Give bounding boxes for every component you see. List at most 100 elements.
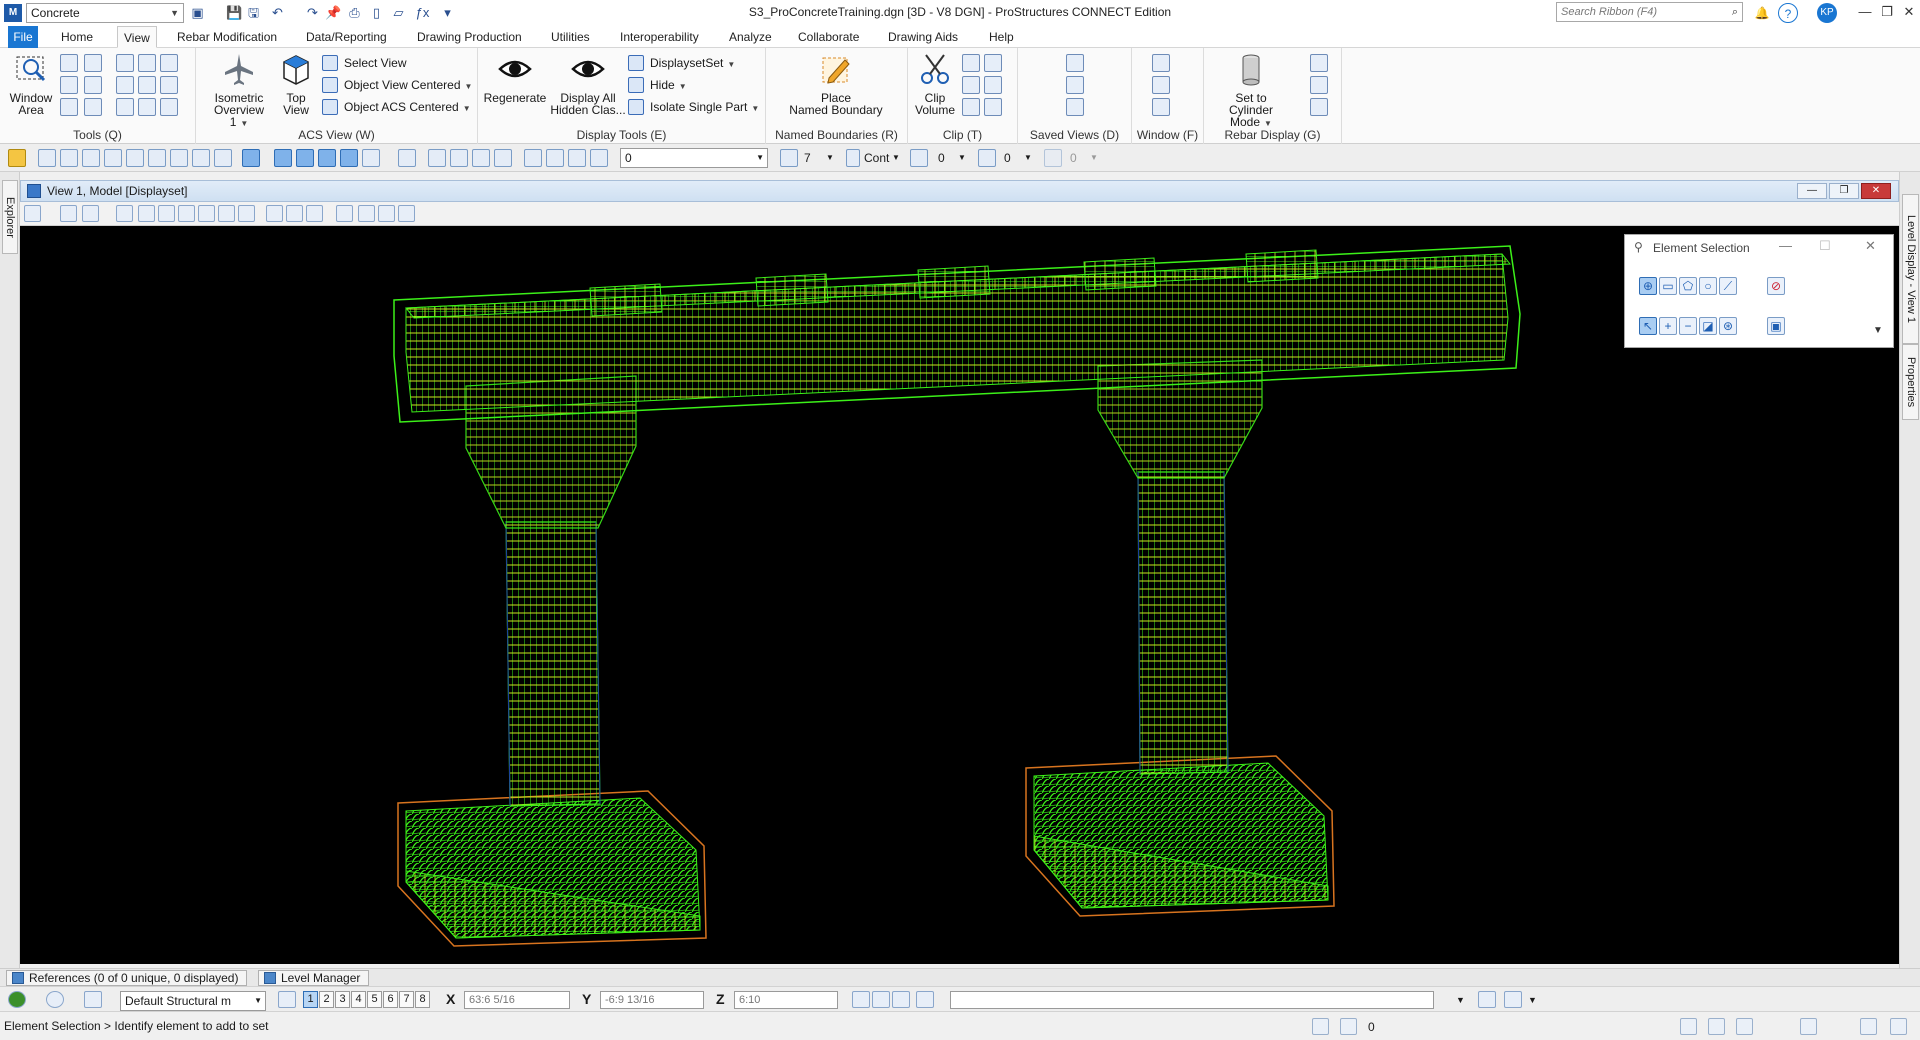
explorer-tab[interactable]: Explorer — [2, 180, 18, 254]
line-selection-icon[interactable]: ⟋ — [1719, 277, 1737, 295]
tab-view[interactable]: View — [117, 26, 157, 48]
view-toggle-1[interactable]: 1 — [303, 991, 318, 1008]
accudraw-icon[interactable] — [242, 149, 260, 167]
model-status-icon[interactable] — [1800, 1018, 1817, 1035]
open-file-icon[interactable] — [84, 991, 102, 1008]
tab-help[interactable]: Help — [983, 26, 1020, 48]
chevron-down-icon[interactable]: ▼ — [1456, 991, 1465, 1009]
rebar-shape-icon[interactable] — [1310, 76, 1328, 94]
pin-icon[interactable]: 📌 — [325, 5, 341, 20]
snap-settings-icon[interactable] — [362, 149, 380, 167]
view-cube-icon[interactable] — [138, 54, 156, 72]
rotate-view-view-icon[interactable] — [218, 205, 235, 222]
pan-icon[interactable] — [84, 54, 102, 72]
zoom-out-view-icon[interactable] — [158, 205, 175, 222]
tab-rebar-modification[interactable]: Rebar Modification — [171, 26, 283, 48]
chevron-down-icon[interactable]: ▼ — [892, 149, 900, 167]
view-groups-icon[interactable] — [278, 991, 296, 1008]
line-weight-icon[interactable] — [910, 149, 928, 167]
new-selection-icon[interactable]: ↖ — [1639, 317, 1657, 335]
dialog-minimize-icon[interactable]: — — [1779, 238, 1792, 253]
line-weight-value[interactable]: 0 — [938, 149, 945, 167]
invert-selection-icon[interactable]: ◪ — [1699, 317, 1717, 335]
clip-back-icon[interactable] — [984, 54, 1002, 72]
chevron-down-icon[interactable]: ▼ — [958, 149, 966, 167]
view-window-header[interactable]: View 1, Model [Displayset] — ❐ ✕ — [20, 180, 1899, 202]
clip-delete-icon[interactable] — [962, 98, 980, 116]
minimize-icon[interactable]: — — [1854, 2, 1876, 22]
accudraw-compass-icon[interactable] — [852, 991, 870, 1008]
walk-view-icon[interactable] — [266, 205, 283, 222]
model-viewport[interactable] — [20, 226, 1899, 964]
undo-icon[interactable]: ↶ — [270, 5, 285, 20]
line-style-value[interactable]: Cont — [864, 149, 889, 167]
top-view-button[interactable]: Top View — [276, 52, 316, 116]
view-toggle-8[interactable]: 8 — [415, 991, 430, 1008]
rotate-view-icon[interactable] — [116, 54, 134, 72]
design-history-icon[interactable] — [1708, 1018, 1725, 1035]
references-icon[interactable]: ▯ — [369, 5, 384, 20]
column-right[interactable] — [1097, 359, 1263, 775]
isolate-single-part-button[interactable]: Isolate Single Part ▼ — [628, 98, 759, 116]
individual-selection-icon[interactable]: ⊕ — [1639, 277, 1657, 295]
previous-view-icon[interactable] — [116, 98, 134, 116]
tab-analyze[interactable]: Analyze — [723, 26, 778, 48]
std-view-5-icon[interactable] — [524, 149, 542, 167]
app-logo-icon[interactable]: M — [4, 4, 22, 22]
saved-view-apply-icon[interactable] — [1066, 98, 1084, 116]
snap-status-icon[interactable] — [1312, 1018, 1329, 1035]
footing-right[interactable] — [1025, 755, 1335, 917]
properties-tab[interactable]: Properties — [1902, 344, 1919, 420]
display-style-icon[interactable] — [60, 205, 77, 222]
std-view-1-icon[interactable] — [428, 149, 446, 167]
new-file-icon[interactable]: ▣ — [190, 5, 205, 20]
zoom-out-icon[interactable] — [60, 76, 78, 94]
fillet-icon[interactable] — [214, 149, 232, 167]
std-view-3-icon[interactable] — [472, 149, 490, 167]
filter-icon[interactable] — [1504, 991, 1522, 1008]
color-icon[interactable] — [780, 149, 798, 167]
displayset-button[interactable]: DisplaysetSet ▼ — [628, 54, 735, 72]
std-view-6-icon[interactable] — [546, 149, 564, 167]
restore-icon[interactable]: ❐ — [1876, 2, 1898, 22]
place-line-icon[interactable] — [38, 149, 56, 167]
fx-icon[interactable]: ƒx — [415, 5, 430, 20]
element-selection-header[interactable]: ⚲ Element Selection — ☐ ✕ — [1625, 235, 1893, 261]
tab-file[interactable]: File — [8, 26, 38, 48]
selection-options-icon[interactable]: ▣ — [1767, 317, 1785, 335]
view-toggles-icon[interactable] — [398, 205, 415, 222]
saved-view-icon[interactable] — [1066, 54, 1084, 72]
grid-lock-icon[interactable] — [872, 991, 890, 1008]
block-selection-icon[interactable]: ▭ — [1659, 277, 1677, 295]
clip-mask-icon[interactable] — [962, 76, 980, 94]
color-value[interactable]: 7 — [804, 149, 811, 167]
transparency-icon[interactable] — [978, 149, 996, 167]
circle-selection-icon[interactable]: ○ — [1699, 277, 1717, 295]
hide-button[interactable]: Hide ▼ — [628, 76, 687, 94]
view-filter-icon[interactable] — [358, 205, 375, 222]
clip-volume-button[interactable]: Clip Volume — [912, 52, 958, 116]
window-arrange-icon[interactable] — [1152, 76, 1170, 94]
std-view-8-icon[interactable] — [590, 149, 608, 167]
object-view-centered-button[interactable]: Object View Centered ▼ — [322, 76, 472, 94]
update-view-icon[interactable] — [116, 205, 133, 222]
view-cube-2-icon[interactable] — [160, 54, 178, 72]
regenerate-button[interactable]: Regenerate — [482, 52, 548, 104]
rebar-schedule-icon[interactable] — [1310, 98, 1328, 116]
line-style-icon[interactable] — [846, 149, 860, 167]
saved-view-create-icon[interactable] — [1066, 76, 1084, 94]
view-toggle-6[interactable]: 6 — [383, 991, 398, 1008]
element-selection-tool-icon[interactable] — [8, 149, 26, 167]
window-open-icon[interactable] — [1152, 54, 1170, 72]
view-attributes-icon[interactable] — [84, 98, 102, 116]
user-avatar[interactable]: KP — [1817, 3, 1837, 23]
tab-drawing-aids[interactable]: Drawing Aids — [882, 26, 964, 48]
std-view-2-icon[interactable] — [450, 149, 468, 167]
clip-front-icon[interactable] — [962, 54, 980, 72]
view-toggle-2[interactable]: 2 — [319, 991, 334, 1008]
select-view-button[interactable]: Select View — [322, 54, 406, 72]
snap-midpoint-icon[interactable] — [340, 149, 358, 167]
clear-selection-icon[interactable]: ⊘ — [1767, 277, 1785, 295]
print-icon[interactable]: ⎙ — [347, 5, 362, 20]
redo-icon[interactable]: ↷ — [305, 5, 320, 20]
